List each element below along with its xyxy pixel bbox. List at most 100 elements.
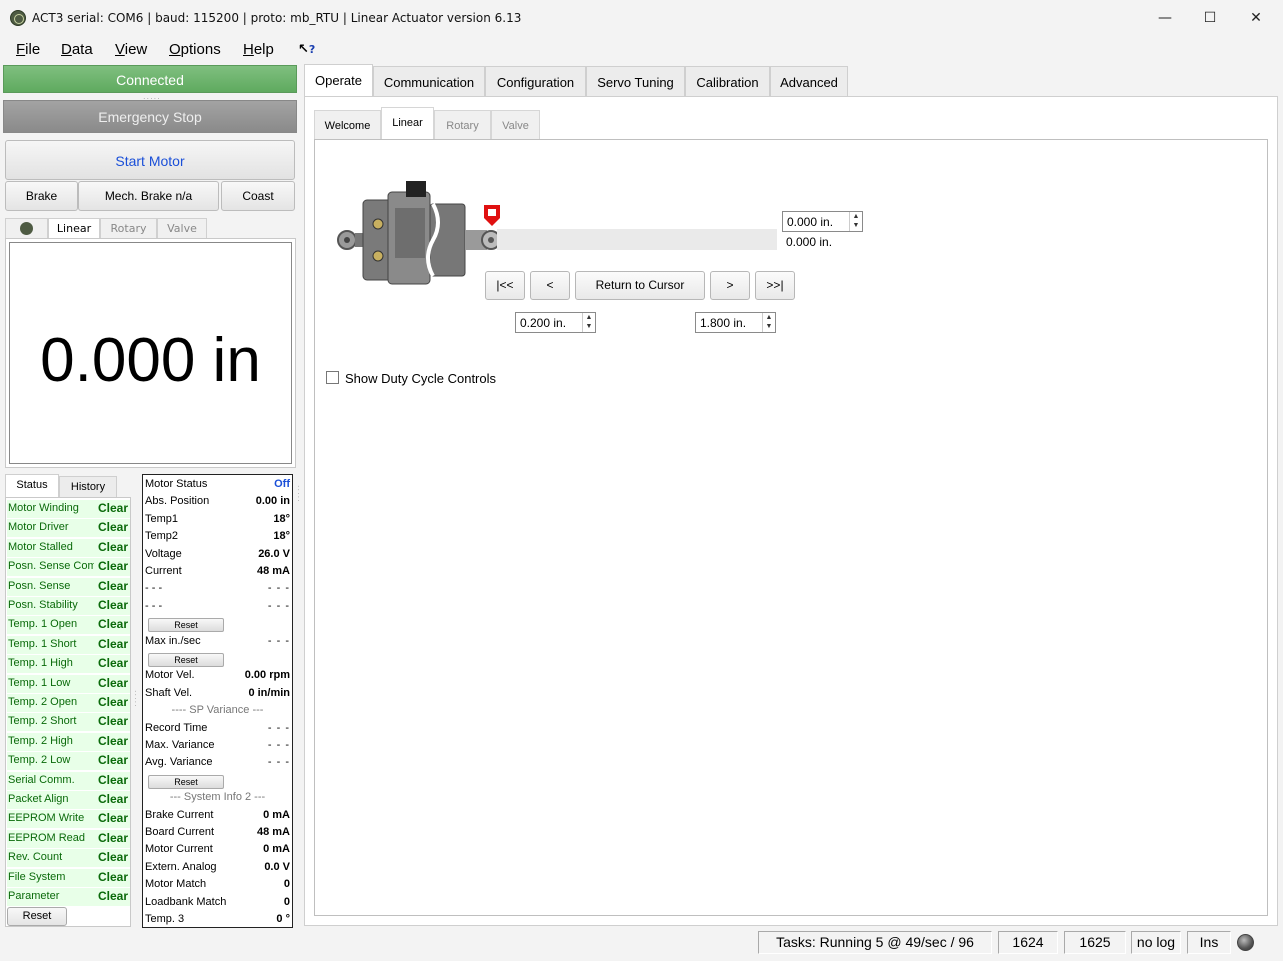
insert-mode-status: Ins	[1187, 931, 1231, 954]
menu-file[interactable]: File	[16, 41, 40, 58]
motor-info-row: Temp2 18°	[145, 529, 290, 546]
tab-servo-tuning[interactable]: Servo Tuning	[586, 66, 685, 97]
motor-info-row: Extern. Analog 0.0 V	[145, 860, 290, 877]
motor-info-value: 0.00 rpm	[244, 669, 290, 682]
status-row-name: Temp. 1 Low	[8, 676, 71, 689]
motor-info-row: Max in./sec - - -	[145, 634, 290, 651]
motor-info-name: Record Time	[145, 721, 208, 734]
status-row-value: Clear	[97, 636, 128, 651]
motor-info-value: 0	[283, 878, 290, 891]
status-row-name: EEPROM Write	[8, 812, 85, 825]
jump-to-start-button[interactable]: |<<	[485, 271, 525, 300]
subtab-welcome[interactable]: Welcome	[314, 110, 381, 140]
tab-calibration[interactable]: Calibration	[685, 66, 770, 97]
tab-valve-left[interactable]: Valve	[157, 218, 207, 238]
tab-advanced[interactable]: Advanced	[770, 66, 848, 97]
motor-info-value: 0 °	[276, 913, 290, 925]
motor-info-row: Shaft Vel. 0 in/min	[145, 686, 290, 703]
status-row-name: Temp. 1 Short	[8, 637, 77, 650]
tab-linear-left[interactable]: Linear	[48, 218, 100, 239]
minimize-button[interactable]: —	[1150, 6, 1180, 30]
max-limit-value: 1.800 in.	[700, 316, 747, 330]
mech-brake-button[interactable]: Mech. Brake n/a	[78, 181, 219, 211]
status-row: Motor Driver Clear	[7, 519, 130, 538]
tab-communication[interactable]: Communication	[373, 66, 485, 97]
min-limit-spinbox[interactable]: 0.200 in. ▲ ▼	[515, 312, 596, 333]
motor-info-name: Motor Match	[145, 878, 207, 891]
motor-info-row: Motor Status Off	[145, 477, 290, 494]
duty-cycle-checkbox[interactable]	[326, 371, 339, 384]
motor-info-value: - - -	[267, 739, 290, 751]
spin-arrows-icon[interactable]: ▲ ▼	[849, 212, 862, 231]
status-reset-button[interactable]: Reset	[7, 907, 67, 926]
status-row-name: Temp. 2 Low	[8, 754, 71, 767]
emergency-stop-button[interactable]: Emergency Stop	[3, 100, 297, 133]
status-row-value: Clear	[97, 520, 128, 535]
menu-help[interactable]: Help	[243, 41, 274, 58]
position-readout-panel: 0.000 in	[5, 238, 296, 468]
return-to-cursor-button[interactable]: Return to Cursor	[575, 271, 705, 300]
close-button[interactable]: ✕	[1241, 6, 1271, 30]
jump-to-end-button[interactable]: >>|	[755, 271, 795, 300]
menu-data[interactable]: Data	[61, 41, 93, 58]
whats-this-help-icon[interactable]: ↖?	[298, 42, 315, 57]
coast-button[interactable]: Coast	[221, 181, 295, 211]
tab-history[interactable]: History	[59, 476, 117, 497]
motor-info-reset-button[interactable]: Reset	[148, 618, 224, 633]
subtab-linear[interactable]: Linear	[381, 107, 434, 141]
subtab-valve[interactable]: Valve	[491, 110, 540, 140]
tab-configuration[interactable]: Configuration	[485, 66, 586, 97]
tab-rotary-left[interactable]: Rotary	[100, 218, 157, 238]
status-row-value: Clear	[97, 617, 128, 632]
current-position-label: 0.000 in.	[786, 235, 833, 249]
position-track[interactable]	[497, 229, 777, 250]
status-row-value: Clear	[97, 733, 128, 748]
status-row: Temp. 1 Short Clear	[7, 635, 130, 654]
motor-info-panel: Motor Status Off Abs. Position 0.00 in Temp1…	[142, 474, 293, 928]
position-cursor-marker-icon[interactable]	[483, 204, 501, 228]
menu-options[interactable]: Options	[169, 41, 221, 58]
fault-status-list: Motor Winding Clear Motor Driver Clear Motor…	[5, 497, 131, 927]
step-forward-button[interactable]: >	[710, 271, 750, 300]
status-row: Temp. 1 Low Clear	[7, 674, 130, 693]
motor-info-row: Avg. Variance - - -	[145, 755, 290, 772]
target-position-spinbox[interactable]: 0.000 in. ▲ ▼	[782, 211, 863, 232]
status-row-value: Clear	[97, 695, 128, 709]
menu-view[interactable]: View	[115, 41, 147, 58]
brake-button[interactable]: Brake	[5, 181, 78, 211]
motor-info-name: Extern. Analog	[145, 860, 217, 873]
motor-info-row: Abs. Position 0.00 in	[145, 494, 290, 511]
tab-operate[interactable]: Operate	[304, 64, 373, 98]
connected-button[interactable]: Connected	[3, 65, 297, 93]
motor-info-name: --- System Info 2 ---	[169, 791, 266, 804]
tab-logo[interactable]	[5, 218, 48, 238]
tab-status[interactable]: Status	[5, 474, 59, 498]
status-row: Posn. Sense Clear	[7, 577, 130, 596]
status-row-value: Clear	[97, 559, 128, 574]
start-motor-button[interactable]: Start Motor	[5, 140, 295, 180]
maximize-button[interactable]: ☐	[1195, 6, 1225, 30]
motor-info-reset-button[interactable]: Reset	[148, 774, 224, 789]
target-position-value: 0.000 in.	[787, 215, 834, 229]
motor-info-row: Motor Current 0 mA	[145, 842, 290, 859]
motor-info-name: - - -	[145, 599, 163, 612]
motor-info-name: Max. Variance	[145, 739, 215, 751]
splitter-grip-vertical[interactable]: .....	[133, 690, 142, 708]
spin-arrows-icon[interactable]: ▲ ▼	[762, 313, 775, 332]
step-back-button[interactable]: <	[530, 271, 570, 300]
motor-info-row: Loadbank Match 0	[145, 895, 290, 912]
spin-arrows-icon[interactable]: ▲ ▼	[582, 313, 595, 332]
status-row-value: Clear	[97, 753, 128, 768]
max-limit-spinbox[interactable]: 1.800 in. ▲ ▼	[695, 312, 776, 333]
status-row-value: Clear	[97, 811, 128, 826]
subtab-rotary[interactable]: Rotary	[434, 110, 491, 140]
status-row-name: Temp. 1 High	[8, 657, 73, 670]
motor-info-name: Temp2	[145, 530, 179, 543]
status-row: Rev. Count Clear	[7, 849, 130, 868]
motor-info-name: Abs. Position	[145, 495, 210, 508]
motor-info-reset-button[interactable]: Reset	[148, 653, 224, 667]
status-row-value: Clear	[97, 889, 128, 903]
status-row-name: Posn. Sense Com	[8, 560, 94, 573]
status-row-value: Clear	[97, 792, 128, 806]
motor-info-value: 0	[283, 895, 290, 908]
